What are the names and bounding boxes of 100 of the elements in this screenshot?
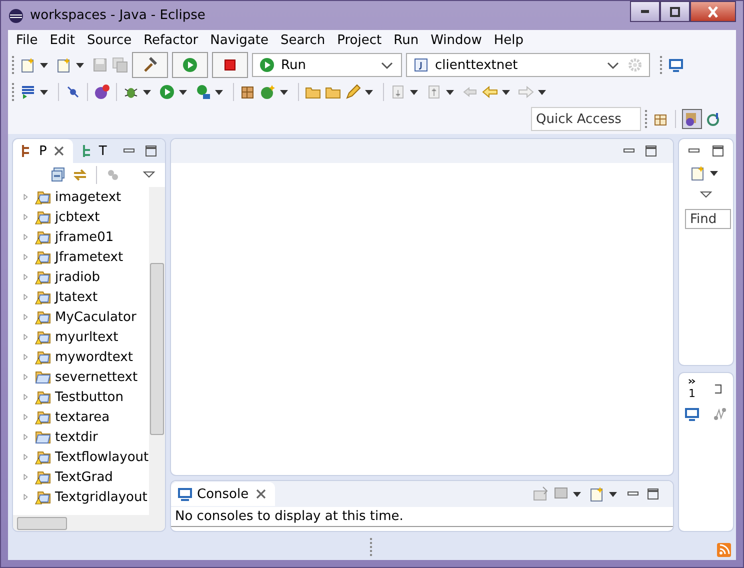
tree-item[interactable]: Jframetext — [55, 250, 124, 264]
maximize-icon[interactable] — [143, 143, 159, 159]
tree-item[interactable]: Jtatext — [55, 290, 98, 304]
tree-item[interactable]: jradiob — [55, 270, 100, 284]
eclipse-logo-icon — [8, 8, 24, 24]
error-badge-icon[interactable] — [94, 84, 110, 100]
dropdown-caret-icon[interactable] — [573, 492, 581, 496]
view-tab[interactable]: T — [72, 139, 113, 163]
project-warning-icon — [35, 309, 51, 325]
tree-item[interactable]: jframe01 — [55, 230, 114, 244]
new-package-icon[interactable] — [240, 84, 256, 100]
maximize-icon[interactable] — [645, 486, 661, 502]
dropdown-caret-icon[interactable] — [710, 170, 718, 176]
monitor-icon[interactable] — [684, 406, 700, 422]
tree-item[interactable]: jcbtext — [55, 210, 100, 224]
minimize-button[interactable] — [630, 1, 660, 22]
window-title: workspaces - Java - Eclipse — [30, 8, 206, 23]
tree-item[interactable]: Textflowlayout — [55, 450, 149, 464]
close-button[interactable] — [690, 1, 736, 22]
launch-target-dropdown[interactable]: clienttextnet — [406, 53, 650, 77]
project-warning-icon — [35, 269, 51, 285]
tree-item[interactable]: Testbutton — [55, 390, 124, 404]
menu-item[interactable]: Window — [424, 32, 488, 48]
hidden-view-count: 1 — [688, 387, 696, 400]
rss-feed-icon[interactable] — [716, 542, 732, 558]
menu-item[interactable]: Help — [488, 32, 530, 48]
dropdown-caret-icon[interactable] — [365, 90, 373, 94]
build-button[interactable] — [132, 52, 168, 78]
dropdown-caret-icon[interactable] — [215, 90, 223, 94]
dropdown-caret-icon[interactable] — [40, 90, 48, 94]
tree-item[interactable]: mywordtext — [55, 350, 133, 364]
tree-item[interactable]: severnettext — [55, 370, 138, 384]
project-warning-icon — [35, 409, 51, 425]
monitor-icon[interactable] — [668, 57, 684, 73]
tree-item[interactable]: Textgridlayout — [55, 490, 148, 504]
project-warning-icon — [35, 249, 51, 265]
menu-item[interactable]: Search — [274, 32, 332, 48]
tree-item[interactable]: TextGrad — [55, 470, 113, 484]
menu-item[interactable]: Project — [331, 32, 388, 48]
project-warning-icon — [35, 189, 51, 205]
dropdown-caret-icon[interactable] — [179, 90, 187, 94]
run-button[interactable] — [172, 52, 208, 78]
view-tab[interactable]: Console — [171, 482, 275, 506]
project-warning-icon — [35, 329, 51, 345]
project-warning-icon — [35, 229, 51, 245]
dropdown-caret-icon[interactable] — [502, 90, 510, 94]
play-icon — [182, 57, 198, 73]
maximize-icon[interactable] — [643, 143, 659, 159]
menu-item[interactable]: Navigate — [204, 32, 274, 48]
dropdown-caret-icon[interactable] — [538, 90, 546, 94]
stop-icon — [222, 57, 238, 73]
maximize-button[interactable] — [660, 1, 690, 22]
new-file-icon[interactable] — [20, 57, 36, 73]
horizontal-scrollbar[interactable] — [13, 515, 165, 531]
dropdown-caret-icon[interactable] — [40, 62, 48, 68]
tree-item[interactable]: MyCaculator — [55, 310, 136, 324]
vertical-scrollbar[interactable] — [149, 187, 165, 515]
menu-item[interactable]: Refactor — [138, 32, 204, 48]
pencil-icon[interactable] — [345, 84, 361, 100]
project-warning-icon — [35, 389, 51, 405]
collapse-all-icon[interactable] — [50, 167, 66, 183]
menu-item[interactable]: Edit — [44, 32, 81, 48]
tree-item[interactable]: imagetext — [55, 190, 122, 204]
console-icon — [177, 486, 193, 502]
stop-button[interactable] — [212, 52, 248, 78]
project-warning-icon — [35, 489, 51, 505]
run-configuration-dropdown[interactable]: Run — [252, 53, 402, 77]
gear-icon — [627, 57, 643, 73]
play-icon[interactable] — [159, 84, 175, 100]
console-message: No consoles to display at this time. — [171, 507, 673, 527]
project-warning-icon — [35, 449, 51, 465]
node-graph-icon[interactable] — [712, 406, 728, 422]
view-tab[interactable]: P — [13, 139, 73, 163]
hammer-icon — [142, 57, 158, 73]
project-icon — [35, 369, 51, 385]
link-editor-icon[interactable] — [72, 167, 88, 183]
find-field[interactable]: Find — [685, 209, 731, 229]
dropdown-caret-icon[interactable] — [609, 492, 617, 496]
new-task-icon[interactable] — [690, 165, 706, 181]
menu-item[interactable]: File — [10, 32, 44, 48]
dropdown-caret-icon[interactable] — [410, 90, 418, 94]
dropdown-caret-icon[interactable] — [446, 90, 454, 94]
close-icon — [705, 4, 721, 20]
dropdown-caret-icon[interactable] — [143, 90, 151, 94]
menu-item[interactable]: Source — [80, 32, 138, 48]
open-console-icon[interactable] — [589, 486, 605, 502]
maximize-icon[interactable] — [710, 143, 726, 159]
new-item-icon[interactable] — [56, 57, 72, 73]
dropdown-caret-icon[interactable] — [76, 62, 84, 68]
dropdown-caret-icon[interactable] — [280, 90, 288, 94]
java-file-icon — [413, 57, 429, 73]
tree-item[interactable]: textdir — [55, 430, 98, 444]
project-icon — [35, 429, 51, 445]
tree-item[interactable]: textarea — [55, 410, 110, 424]
tree-item[interactable]: myurltext — [55, 330, 118, 344]
project-warning-icon — [35, 209, 51, 225]
menu-item[interactable]: Run — [388, 32, 425, 48]
quick-access-field[interactable]: Quick Access — [531, 107, 641, 131]
java-perspective-button[interactable] — [682, 109, 702, 129]
run-list-icon[interactable] — [20, 84, 36, 100]
